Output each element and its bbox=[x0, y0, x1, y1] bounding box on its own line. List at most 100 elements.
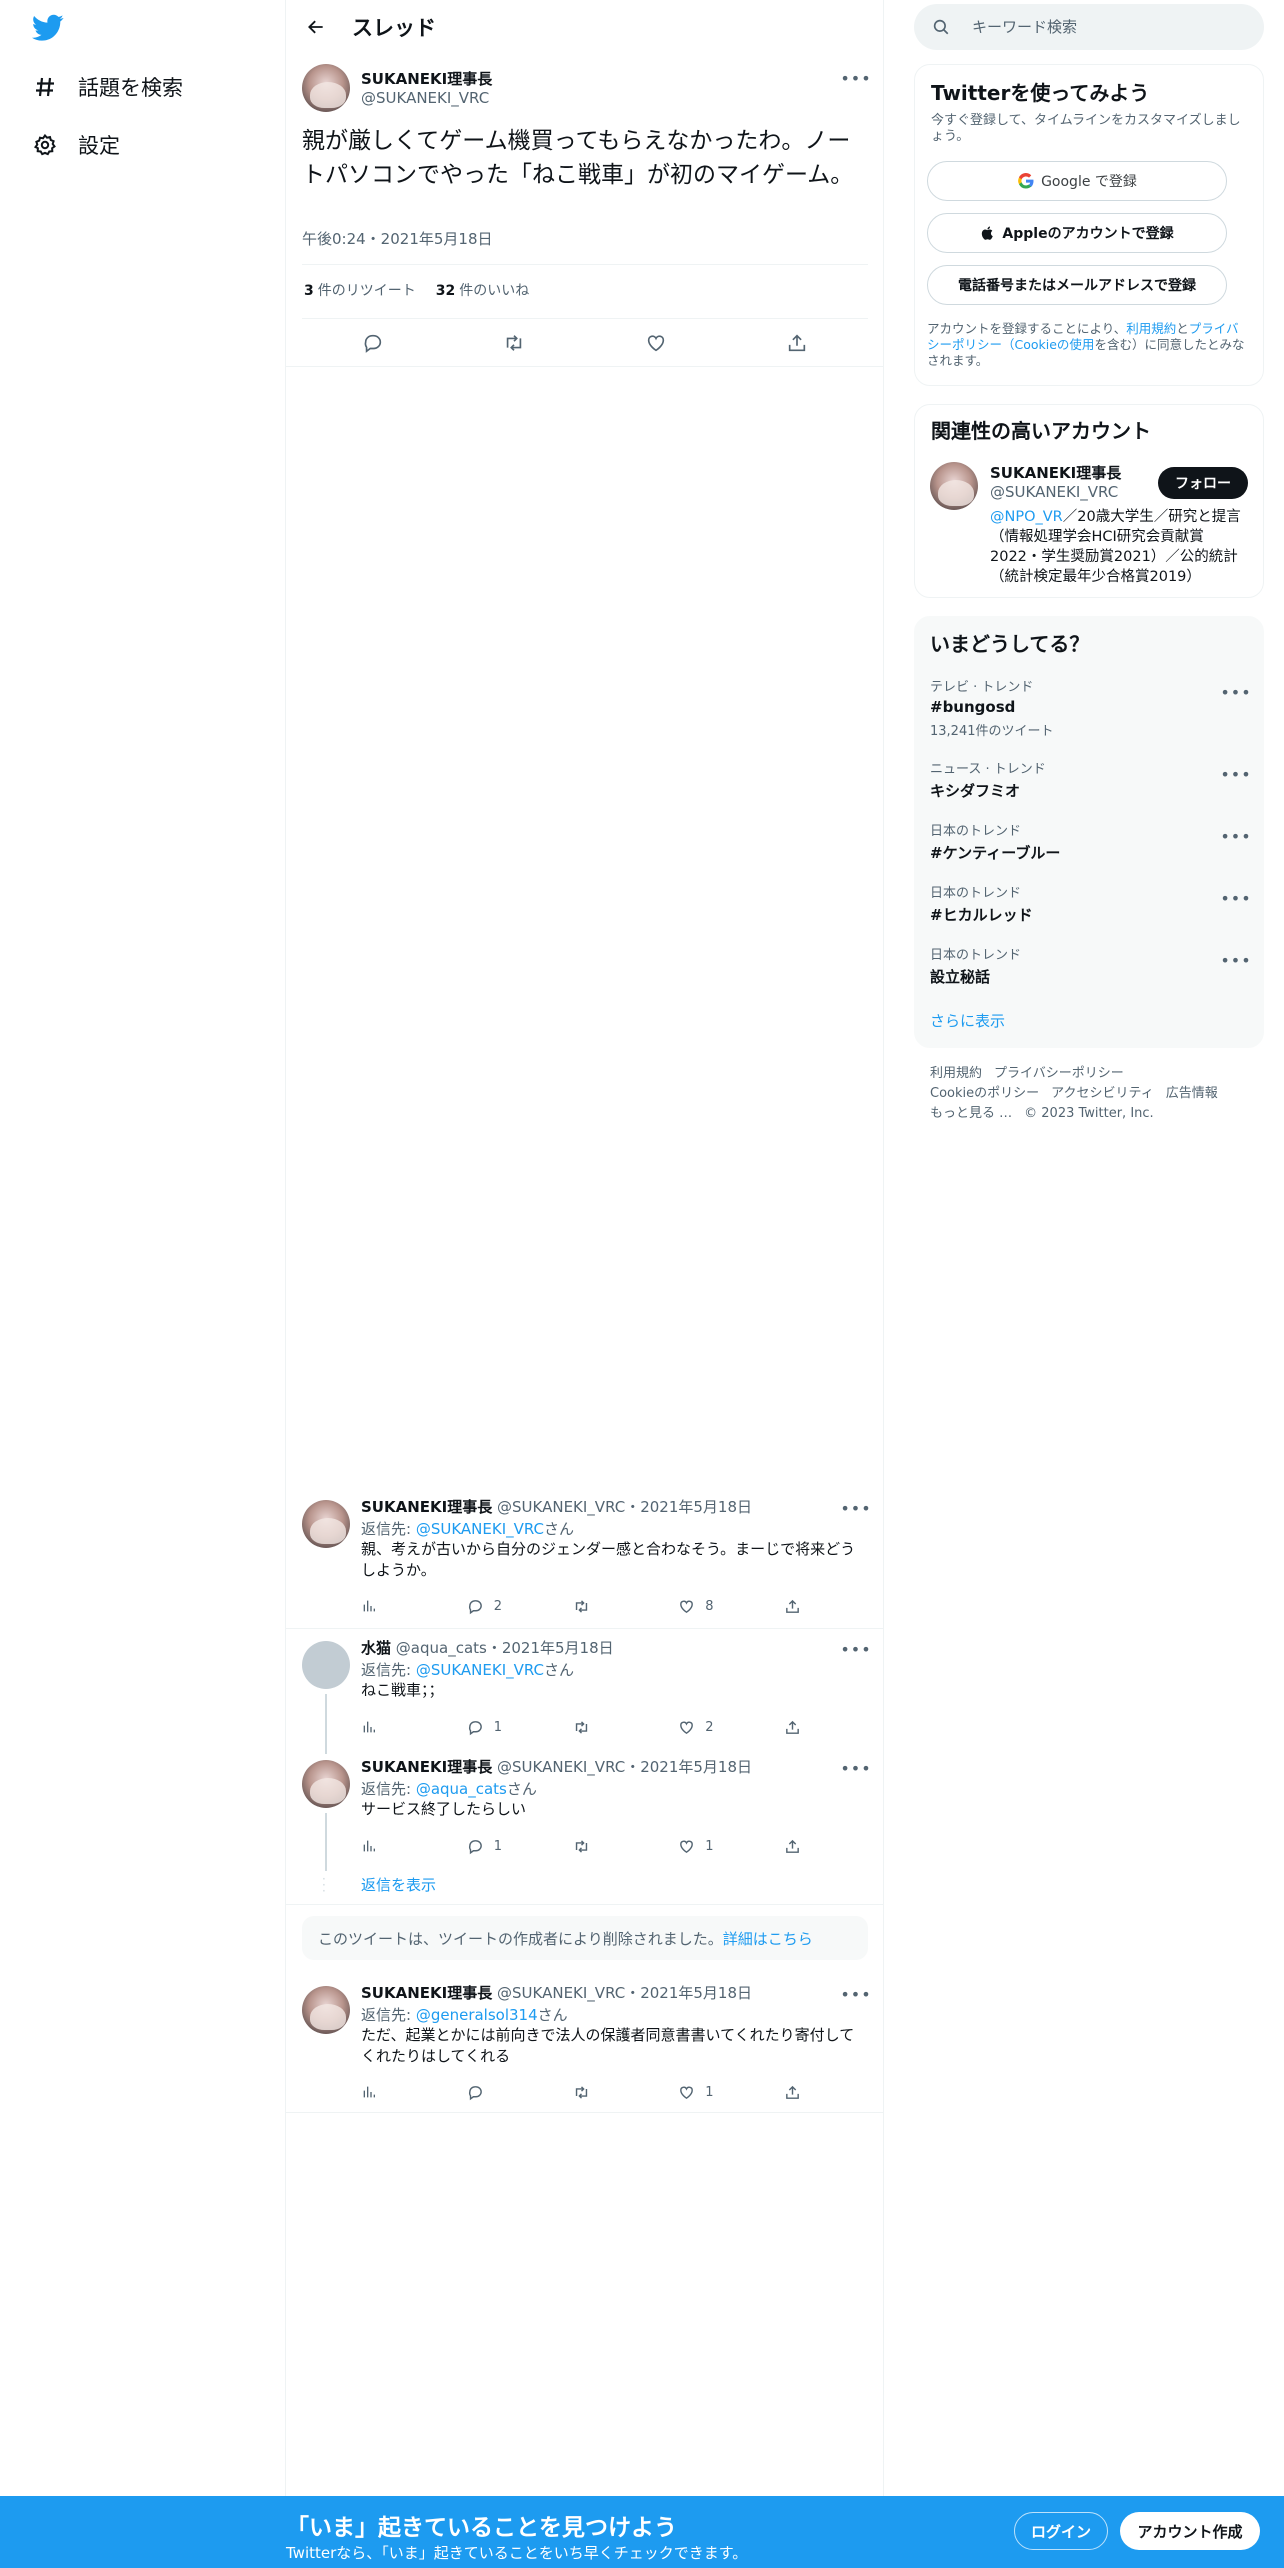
retweet-button[interactable] bbox=[573, 1598, 679, 1615]
trend-item[interactable]: 日本のトレンド #ケンティーブルー ••• bbox=[930, 820, 1251, 863]
mention-link[interactable]: @aqua_cats bbox=[416, 1780, 507, 1798]
more-icon[interactable]: ••• bbox=[1220, 948, 1250, 972]
footer-accessibility-link[interactable]: アクセシビリティ bbox=[1051, 1086, 1154, 1101]
back-arrow-icon[interactable] bbox=[298, 9, 334, 45]
views-button[interactable] bbox=[361, 1598, 467, 1614]
reply-button[interactable]: 1 bbox=[467, 1838, 573, 1855]
author-name[interactable]: SUKANEKI理事長 bbox=[361, 1984, 492, 2002]
login-button[interactable]: ログイン bbox=[1014, 2512, 1108, 2550]
like-button[interactable]: 1 bbox=[678, 2084, 784, 2101]
more-icon[interactable]: ••• bbox=[840, 1637, 870, 1661]
show-replies-link[interactable]: 返信を表示 bbox=[361, 1874, 436, 1895]
more-icon[interactable]: ••• bbox=[840, 1982, 870, 2006]
like-stat[interactable]: 32 件のいいね bbox=[436, 280, 529, 300]
views-button[interactable] bbox=[361, 1719, 467, 1735]
views-button[interactable] bbox=[361, 2084, 467, 2100]
footer-privacy-link[interactable]: プライバシーポリシー bbox=[994, 1066, 1124, 1081]
like-button[interactable]: 1 bbox=[678, 1838, 784, 1855]
reply-icon bbox=[468, 1599, 482, 1614]
author-handle[interactable]: @SUKANEKI_VRC bbox=[361, 89, 489, 107]
twitter-bird-icon[interactable] bbox=[32, 14, 68, 44]
nav-explore[interactable]: 話題を検索 bbox=[32, 67, 183, 107]
retweet-button[interactable] bbox=[573, 1719, 679, 1736]
reply-button[interactable]: 2 bbox=[467, 1598, 573, 1615]
trend-item[interactable]: 日本のトレンド 設立秘話 ••• bbox=[930, 944, 1251, 987]
author-name[interactable]: 水猫 bbox=[361, 1639, 391, 1657]
footer-cookie-link[interactable]: Cookieのポリシー bbox=[930, 1086, 1039, 1101]
details-link[interactable]: 詳細はこちら bbox=[723, 1928, 813, 1949]
like-icon bbox=[680, 1600, 694, 1613]
relevant-account-name[interactable]: SUKANEKI理事長 bbox=[990, 462, 1121, 483]
more-icon[interactable]: ••• bbox=[840, 1496, 870, 1520]
mention-link[interactable]: @NPO_VR bbox=[990, 509, 1063, 525]
avatar[interactable] bbox=[930, 462, 978, 510]
bottom-bar-title: 「いま」起きていることを見つけよう bbox=[286, 2515, 677, 2541]
share-button[interactable] bbox=[784, 1838, 801, 1855]
terms-link[interactable]: 利用規約 bbox=[1126, 321, 1176, 336]
mention-link[interactable]: @generalsol314 bbox=[416, 2006, 538, 2024]
reply-tweet[interactable]: SUKANEKI理事長 @SUKANEKI_VRC・2021年5月18日 •••… bbox=[286, 1982, 884, 2112]
share-icon[interactable] bbox=[784, 330, 810, 356]
reply-button[interactable] bbox=[467, 2084, 573, 2101]
author-meta[interactable]: @aqua_cats・2021年5月18日 bbox=[396, 1639, 614, 1657]
more-icon[interactable]: ••• bbox=[840, 1756, 870, 1780]
more-icon[interactable]: ••• bbox=[1220, 762, 1250, 786]
author-meta[interactable]: @SUKANEKI_VRC・2021年5月18日 bbox=[497, 1498, 752, 1516]
avatar[interactable] bbox=[302, 1641, 350, 1689]
trend-item[interactable]: テレビ · トレンド #bungosd 13,241件のツイート ••• bbox=[930, 676, 1251, 739]
trend-item[interactable]: 日本のトレンド #ヒカルレッド ••• bbox=[930, 882, 1251, 925]
search-bar[interactable] bbox=[914, 4, 1264, 50]
relevant-account-handle[interactable]: @SUKANEKI_VRC bbox=[990, 483, 1118, 501]
retweet-button[interactable] bbox=[573, 2084, 679, 2101]
footer-more-link[interactable]: もっと見る … bbox=[930, 1106, 1012, 1121]
views-button[interactable] bbox=[361, 1838, 467, 1854]
show-more-link[interactable]: さらに表示 bbox=[930, 1010, 1005, 1031]
footer-terms-link[interactable]: 利用規約 bbox=[930, 1066, 982, 1081]
reply-to: 返信先: @SUKANEKI_VRCさん bbox=[361, 1661, 575, 1679]
tweet-timestamp[interactable]: 午後0:24・2021年5月18日 bbox=[302, 228, 493, 249]
avatar[interactable] bbox=[302, 64, 350, 112]
like-icon[interactable] bbox=[643, 330, 669, 356]
share-button[interactable] bbox=[784, 1719, 801, 1736]
author-name[interactable]: SUKANEKI理事長 bbox=[361, 1758, 492, 1776]
avatar[interactable] bbox=[302, 1760, 350, 1808]
follow-button[interactable]: フォロー bbox=[1158, 467, 1248, 499]
reply-tweet[interactable]: SUKANEKI理事長 @SUKANEKI_VRC・2021年5月18日 •••… bbox=[286, 1756, 884, 1866]
apple-signup-button[interactable]: Appleのアカウントで登録 bbox=[927, 213, 1227, 253]
search-icon bbox=[932, 17, 952, 37]
retweet-stat[interactable]: 3 件のリツイート bbox=[304, 280, 416, 300]
retweet-icon[interactable] bbox=[501, 330, 527, 356]
reply-tweet[interactable]: 水猫 @aqua_cats・2021年5月18日 ••• 返信先: @SUKAN… bbox=[286, 1637, 884, 1747]
trend-item[interactable]: ニュース · トレンド キシダフミオ ••• bbox=[930, 758, 1251, 801]
avatar[interactable] bbox=[302, 1986, 350, 2034]
signup-title: Twitterを使ってみよう bbox=[931, 81, 1150, 105]
author-meta[interactable]: @SUKANEKI_VRC・2021年5月18日 bbox=[497, 1984, 752, 2002]
nav-settings[interactable]: 設定 bbox=[32, 125, 120, 165]
divider bbox=[286, 1628, 884, 1629]
search-input[interactable] bbox=[972, 18, 1252, 36]
google-signup-button[interactable]: Google で登録 bbox=[927, 161, 1227, 201]
like-button[interactable]: 2 bbox=[678, 1719, 784, 1736]
author-meta[interactable]: @SUKANEKI_VRC・2021年5月18日 bbox=[497, 1758, 752, 1776]
author-name[interactable]: SUKANEKI理事長 bbox=[361, 1498, 492, 1516]
reply-tweet[interactable]: SUKANEKI理事長 @SUKANEKI_VRC・2021年5月18日 •••… bbox=[286, 1496, 884, 1626]
reply-icon[interactable] bbox=[360, 330, 386, 356]
retweet-button[interactable] bbox=[573, 1838, 679, 1855]
more-icon[interactable]: ••• bbox=[840, 66, 870, 90]
divider bbox=[302, 264, 868, 265]
signup-button[interactable]: アカウント作成 bbox=[1120, 2512, 1260, 2550]
more-icon[interactable]: ••• bbox=[1220, 824, 1250, 848]
footer-ads-link[interactable]: 広告情報 bbox=[1166, 1086, 1218, 1101]
mention-link[interactable]: @SUKANEKI_VRC bbox=[416, 1661, 544, 1679]
author-name[interactable]: SUKANEKI理事長 bbox=[361, 68, 492, 89]
mention-link[interactable]: @SUKANEKI_VRC bbox=[416, 1520, 544, 1538]
more-icon[interactable]: ••• bbox=[1220, 680, 1250, 704]
google-icon bbox=[1017, 172, 1035, 190]
more-icon[interactable]: ••• bbox=[1220, 886, 1250, 910]
avatar[interactable] bbox=[302, 1500, 350, 1548]
phone-email-signup-button[interactable]: 電話番号またはメールアドレスで登録 bbox=[927, 265, 1227, 305]
like-button[interactable]: 8 bbox=[678, 1598, 784, 1615]
reply-button[interactable]: 1 bbox=[467, 1719, 573, 1736]
share-button[interactable] bbox=[784, 1598, 801, 1615]
share-button[interactable] bbox=[784, 2084, 801, 2101]
